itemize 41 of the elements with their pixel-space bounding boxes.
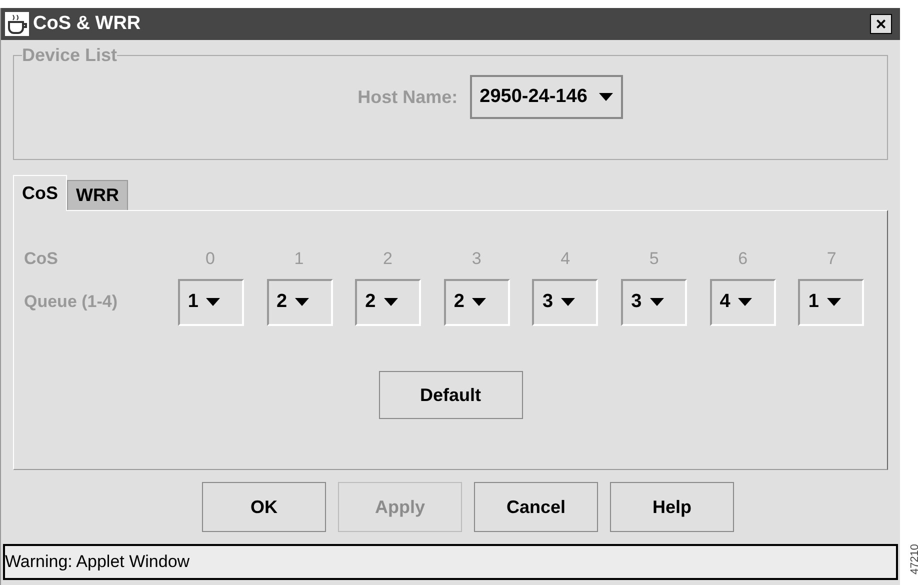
caret-icon [599,93,614,101]
queue-dropdown[interactable]: 3 [621,278,688,326]
queue-label: Queue (1-4) [24,291,119,314]
cos-value: 2 [382,248,394,270]
cos-value: 6 [737,248,749,270]
figure-number: 47210 [908,543,918,574]
queue-dropdown[interactable]: 1 [178,278,244,326]
cos-value: 3 [470,248,482,270]
tab[interactable]: WRR [67,180,128,210]
cos-value: 1 [293,248,305,270]
cos-value: 5 [648,248,660,270]
caret-icon [738,298,752,306]
coffee-cup-icon [5,12,29,36]
queue-dropdown[interactable]: 3 [532,278,598,326]
close-button[interactable]: × [870,14,892,34]
cos-label: CoS [24,248,59,270]
cos-value: 0 [204,248,216,270]
caret-icon [472,298,486,306]
caret-icon [650,298,664,306]
queue-dropdown[interactable]: 2 [355,278,422,326]
default-button[interactable]: Default [378,371,522,419]
status-text: Warning: Applet Window [5,551,190,574]
caret-icon [826,298,841,306]
tab[interactable]: CoS [13,175,67,211]
caret-icon [561,298,576,306]
cos-value: 4 [560,248,572,270]
queue-dropdown[interactable]: 1 [798,278,864,326]
caret-icon [206,298,220,306]
host-name-dropdown[interactable]: 2950-24-146 [470,75,624,119]
dialog-button[interactable]: Cancel [474,482,598,532]
host-name-label: Host Name: [358,86,458,108]
dialog-button[interactable]: Help [610,482,734,532]
caret-icon [384,298,398,306]
queue-dropdown[interactable]: 4 [710,278,776,326]
cos-value: 7 [826,248,838,270]
group-legend: Device List [22,42,118,69]
caret-icon [295,298,310,306]
dialog-button[interactable]: OK [202,482,326,532]
window-title: CoS & WRR [33,12,141,36]
queue-dropdown[interactable]: 2 [266,278,333,326]
queue-dropdown[interactable]: 2 [444,278,510,326]
